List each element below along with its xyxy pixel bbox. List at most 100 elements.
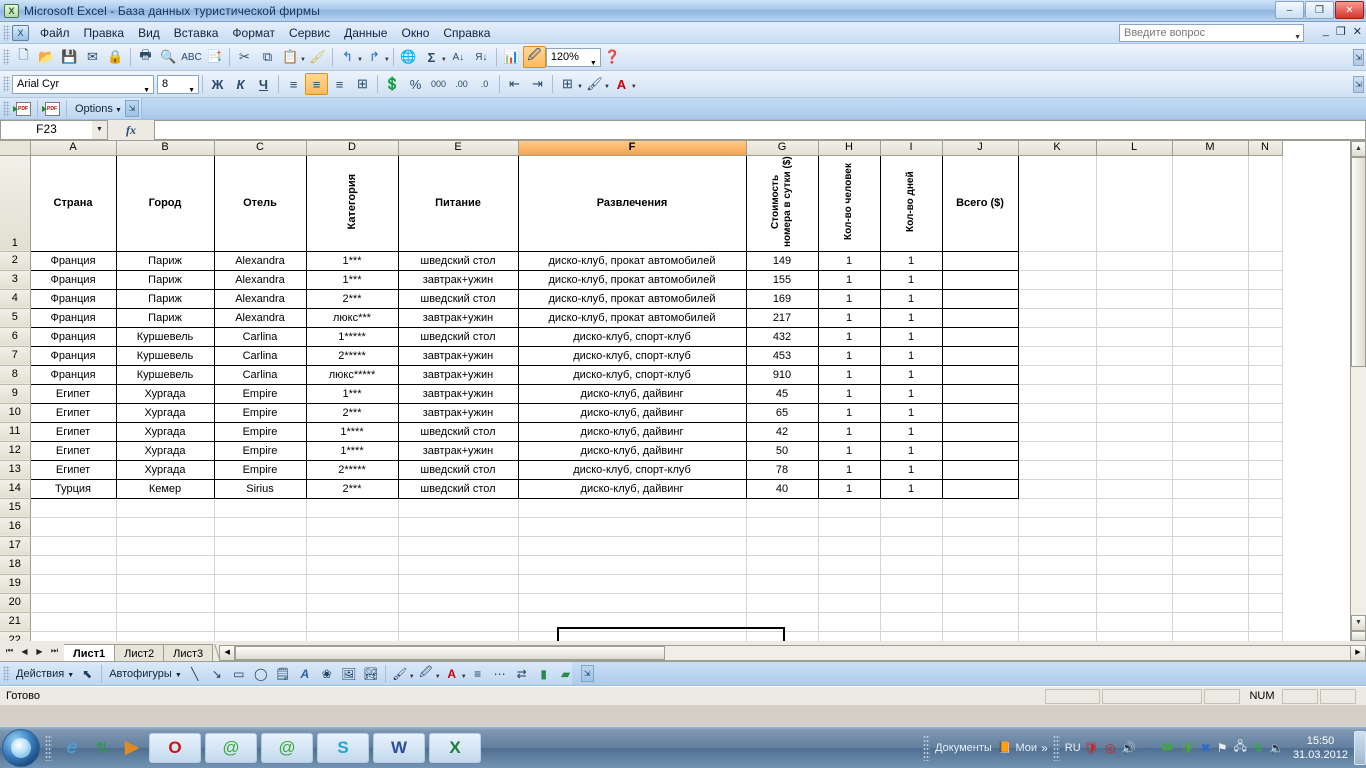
font-name-combobox[interactable]: Arial Cyr ▼ [12,74,154,94]
cell-r18-c11[interactable] [1096,555,1173,575]
column-header-e[interactable]: E [398,141,519,156]
cell-r14-c8[interactable]: 1 [879,478,943,499]
doc-close-button[interactable]: ✕ [1353,25,1362,38]
cell-r21-c7[interactable] [818,612,881,632]
formatting-toolbar-grip[interactable] [3,76,10,92]
header-cell-country[interactable]: Страна [29,154,117,252]
cell-r22-c0[interactable] [30,631,117,641]
close-icon[interactable]: ✖ [1201,741,1211,755]
cell-r15-c10[interactable] [1018,498,1097,518]
cell-r16-c7[interactable] [818,517,881,537]
cell-r2-c7[interactable]: 1 [817,250,881,271]
drawing-toolbar-toggle-icon[interactable]: 🖉 [522,46,546,68]
3d-style-icon[interactable]: ▰ [555,664,577,684]
toolbar-chevron-icon[interactable]: » [1041,741,1048,755]
cell-r7-c2[interactable]: Carlina [213,345,307,366]
cell-r20-c7[interactable] [818,593,881,613]
undo-icon[interactable]: ↰ [336,46,359,68]
cell-empty-r2-3[interactable] [1248,251,1283,271]
cell-r20-c10[interactable] [1018,593,1097,613]
cell-empty-r9-1[interactable] [1096,384,1173,404]
cell-r9-c6[interactable]: 45 [745,383,819,404]
column-header-b[interactable]: B [116,141,215,156]
cell-r7-c7[interactable]: 1 [817,345,881,366]
cell-empty-r8-3[interactable] [1248,365,1283,385]
cell-r19-c4[interactable] [398,574,519,594]
horizontal-scrollbar[interactable]: ◀ ▶ [219,644,1366,661]
cell-r18-c6[interactable] [746,555,819,575]
cell-r8-c5[interactable]: диско-клуб, спорт-клуб [517,364,747,385]
network-icon[interactable]: 🖧 [1234,737,1247,758]
cell-r11-c2[interactable]: Empire [213,421,307,442]
percent-style-icon[interactable]: % [404,73,427,95]
cell-r21-c4[interactable] [398,612,519,632]
cell-r21-c10[interactable] [1018,612,1097,632]
cell-r9-c5[interactable]: диско-клуб, дайвинг [517,383,747,404]
cell-r11-c5[interactable]: диско-клуб, дайвинг [517,421,747,442]
cell-r4-c9[interactable] [941,288,1019,309]
clip-art-icon[interactable]: 🖼 [338,664,360,684]
cell-empty-r13-2[interactable] [1172,460,1249,480]
cell-empty-r7-2[interactable] [1172,346,1249,366]
cell-r14-c7[interactable]: 1 [817,478,881,499]
menu-grip[interactable] [3,24,10,41]
prev-sheet-icon[interactable]: ◀ [18,647,31,656]
quick-launch-grip[interactable] [45,734,52,761]
cell-r12-c4[interactable]: завтрак+ужин [397,440,519,461]
new-icon[interactable]: 🗋 [12,46,35,68]
cell-r18-c12[interactable] [1172,555,1249,575]
cell-r22-c2[interactable] [214,631,307,641]
taskbar-item-opera[interactable]: O [149,732,201,763]
row-header-10[interactable]: 10 [0,403,31,423]
cell-r8-c9[interactable] [941,364,1019,385]
cell-r20-c5[interactable] [518,593,747,613]
cell-r12-c2[interactable]: Empire [213,440,307,461]
cell-r16-c3[interactable] [306,517,399,537]
cell-r20-c13[interactable] [1248,593,1283,613]
cell-r2-c0[interactable]: Франция [29,250,117,271]
row-header-3[interactable]: 3 [0,270,31,290]
cell-r9-c4[interactable]: завтрак+ужин [397,383,519,404]
cell-r15-c0[interactable] [30,498,117,518]
menu-data[interactable]: Данные [337,23,394,43]
horizontal-scroll-thumb[interactable] [235,645,666,660]
cell-r18-c3[interactable] [306,555,399,575]
cell-r17-c13[interactable] [1248,536,1283,556]
column-header-a[interactable]: A [30,141,117,156]
cell-empty-r2-2[interactable] [1172,251,1249,271]
cell-r8-c0[interactable]: Франция [29,364,117,385]
cell-r16-c9[interactable] [942,517,1019,537]
cell-r3-c3[interactable]: 1*** [305,269,399,290]
cell-empty-r3-3[interactable] [1248,270,1283,290]
cell-r16-c12[interactable] [1172,517,1249,537]
cell-r21-c6[interactable] [746,612,819,632]
cell-r18-c2[interactable] [214,555,307,575]
doc-restore-button[interactable]: ❐ [1336,25,1346,38]
taskbar-item-icq-1[interactable]: @ [205,732,257,763]
speaker-icon[interactable]: 🔈 [1269,741,1284,755]
cell-r5-c8[interactable]: 1 [879,307,943,328]
cell-r7-c0[interactable]: Франция [29,345,117,366]
row-header-19[interactable]: 19 [0,574,31,594]
cell-r3-c5[interactable]: диско-клуб, прокат автомобилей [517,269,747,290]
cell-r21-c0[interactable] [30,612,117,632]
select-all-corner[interactable] [0,141,31,156]
cell-r17-c4[interactable] [398,536,519,556]
cell-r22-c5[interactable] [518,631,747,641]
diagram-icon[interactable]: ❀ [316,664,338,684]
cell-r3-c1[interactable]: Париж [115,269,215,290]
italic-button[interactable]: К [229,73,252,95]
line-style-icon[interactable]: ≡ [467,664,489,684]
cell-r8-c1[interactable]: Куршевель [115,364,215,385]
cell-r15-c4[interactable] [398,498,519,518]
line-color-icon[interactable]: 🖉 [415,664,437,684]
row-header-21[interactable]: 21 [0,612,31,632]
fill-color-icon[interactable]: 🖌 [389,664,411,684]
cell-r15-c1[interactable] [116,498,215,518]
cell-r3-c6[interactable]: 155 [745,269,819,290]
cell-r10-c3[interactable]: 2*** [305,402,399,423]
header-cell-category[interactable]: Категория [305,154,399,252]
cell-r9-c1[interactable]: Хургада [115,383,215,404]
cell-empty-r10-3[interactable] [1248,403,1283,423]
row-header-15[interactable]: 15 [0,498,31,518]
